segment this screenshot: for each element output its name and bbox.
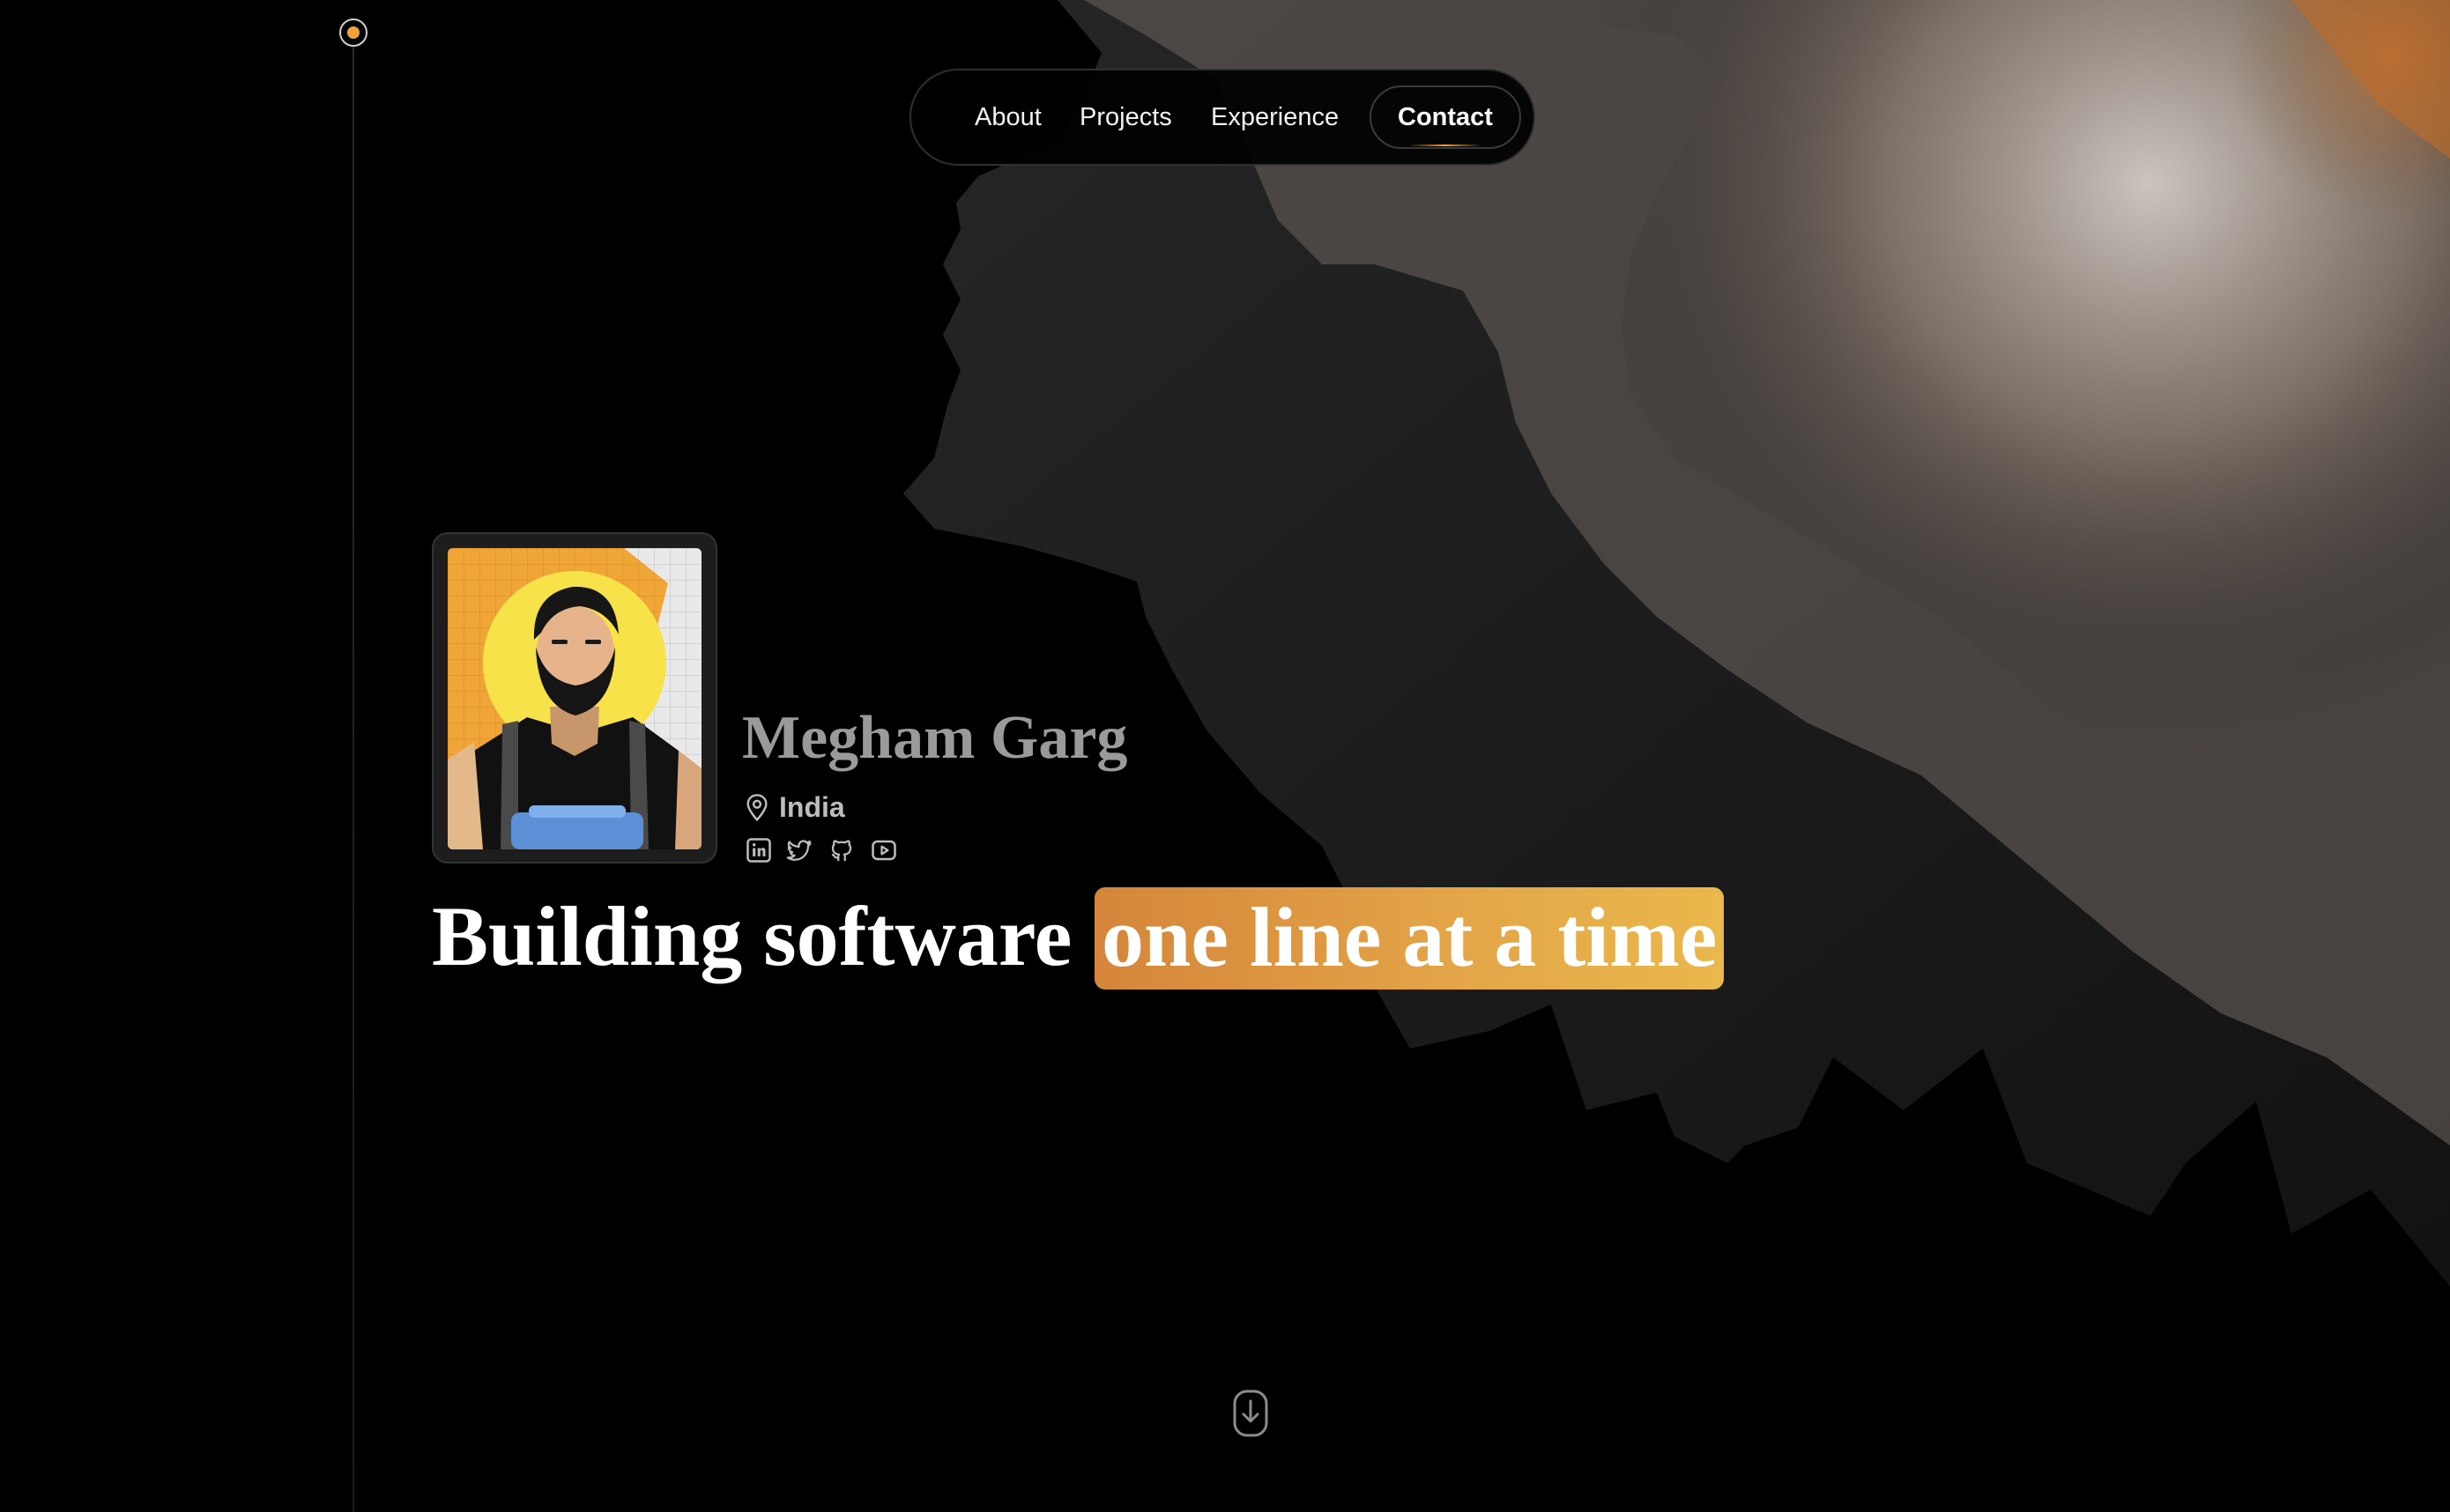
avatar	[448, 548, 702, 849]
youtube-icon[interactable]	[871, 837, 897, 863]
scroll-down-icon[interactable]	[1232, 1389, 1269, 1438]
background-artwork	[903, 0, 2450, 1286]
location-text: India	[779, 791, 845, 823]
linkedin-icon[interactable]	[746, 837, 772, 863]
timeline-line	[353, 46, 354, 1512]
hero-page: About Projects Experience Contact Megham…	[0, 0, 2450, 1512]
nav-about[interactable]: About	[975, 70, 1042, 164]
map-pin-icon	[746, 794, 768, 822]
headline-highlight: one line at a time	[1095, 887, 1724, 989]
nav-projects[interactable]: Projects	[1080, 70, 1172, 164]
nav-experience[interactable]: Experience	[1211, 70, 1339, 164]
headline-text: Building software	[432, 889, 1073, 983]
twitter-icon[interactable]	[786, 837, 813, 863]
timeline-dot	[339, 19, 368, 47]
github-icon[interactable]	[828, 837, 855, 863]
top-navigation: About Projects Experience Contact	[909, 69, 1535, 166]
profile-name: Megham Garg	[742, 704, 1128, 772]
avatar-illustration	[448, 548, 702, 849]
avatar-frame	[432, 532, 717, 863]
contact-button[interactable]: Contact	[1370, 85, 1521, 149]
